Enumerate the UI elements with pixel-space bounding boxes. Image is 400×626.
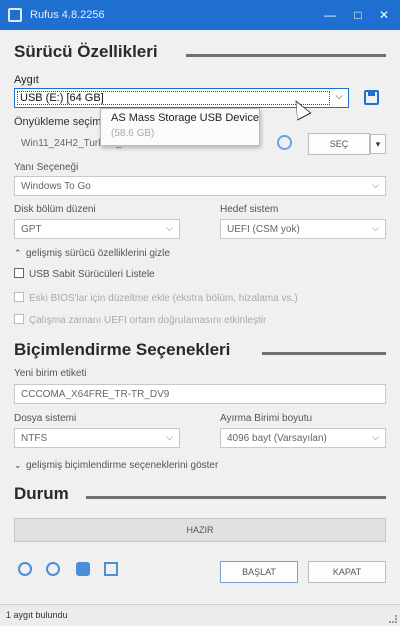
partition-scheme-value: GPT — [21, 224, 42, 235]
tooltip-device-name: AS Mass Storage USB Device — [111, 112, 259, 124]
resize-grip-icon[interactable] — [389, 615, 397, 623]
cluster-size-value: 4096 bayt (Varsayılan) — [227, 433, 327, 444]
chevron-down-icon: ⌵ — [372, 180, 379, 190]
boot-selection-label: Önyükleme seçimi — [14, 116, 102, 128]
device-label: Aygıt — [14, 74, 39, 86]
old-bios-fixes-checkbox[interactable]: Eski BIOS'lar için düzeltme ekle (ekstra… — [14, 292, 298, 304]
log-icon[interactable] — [104, 562, 118, 576]
target-system-dropdown[interactable]: UEFI (CSM yok) ⌵ — [220, 219, 386, 239]
drive-properties-heading: Sürücü Özellikleri — [14, 42, 158, 61]
window-title: Rufus 4.8.2256 — [30, 9, 105, 21]
maximize-button[interactable]: □ — [344, 4, 372, 26]
status-bar: 1 aygıt bulundu — [0, 604, 400, 626]
partition-scheme-dropdown[interactable]: GPT ⌵ — [14, 219, 180, 239]
section-divider — [186, 54, 386, 57]
cluster-size-dropdown[interactable]: 4096 bayt (Varsayılan) ⌵ — [220, 428, 386, 448]
advanced-drive-toggle[interactable]: ⌃ gelişmiş sürücü özelliklerini gizle — [14, 248, 170, 259]
chevron-up-icon: ⌃ — [14, 248, 22, 258]
runtime-uefi-checkbox[interactable]: Çalışma zamanı UEFI ortam doğrulamasını … — [14, 314, 266, 326]
title-bar: Rufus 4.8.2256 — □ ✕ — [0, 0, 400, 30]
cluster-size-label: Ayırma Birimi boyutu — [220, 413, 313, 424]
advanced-format-toggle-label: gelişmiş biçimlendirme seçeneklerini gös… — [26, 460, 219, 471]
checkbox-box — [14, 268, 24, 278]
filesystem-dropdown[interactable]: NTFS ⌵ — [14, 428, 180, 448]
save-icon[interactable] — [364, 90, 379, 105]
image-option-dropdown[interactable]: Windows To Go ⌵ — [14, 176, 386, 196]
close-window-button[interactable]: ✕ — [370, 4, 398, 26]
minimize-button[interactable]: — — [316, 4, 344, 26]
old-bios-fixes-label: Eski BIOS'lar için düzeltme ekle (ekstra… — [29, 293, 298, 304]
target-system-label: Hedef sistem — [220, 204, 279, 215]
info-icon[interactable] — [46, 562, 60, 576]
partition-scheme-label: Disk bölüm düzeni — [14, 204, 96, 215]
filesystem-label: Dosya sistemi — [14, 413, 77, 424]
chevron-down-icon: ⌵ — [372, 223, 379, 233]
checkbox-box — [14, 314, 24, 324]
list-usb-hdd-checkbox[interactable]: USB Sabit Sürücüleri Listele — [14, 268, 155, 280]
start-button[interactable]: BAŞLAT — [220, 561, 298, 583]
list-usb-hdd-label: USB Sabit Sürücüleri Listele — [29, 269, 155, 280]
section-divider — [262, 352, 386, 355]
device-tooltip: AS Mass Storage USB Device (58.6 GB) — [100, 108, 260, 146]
close-button[interactable]: KAPAT — [308, 561, 386, 583]
chevron-down-icon: ⌵ — [335, 91, 343, 102]
progress-text: HAZIR — [186, 525, 214, 535]
check-circle-icon[interactable] — [277, 135, 292, 150]
tooltip-device-size: (58.6 GB) — [111, 128, 155, 139]
progress-bar: HAZIR — [14, 518, 386, 542]
settings-icon[interactable] — [76, 562, 90, 576]
device-value: USB (E:) [64 GB] — [17, 91, 330, 105]
volume-label-value: CCCOMA_X64FRE_TR-TR_DV9 — [21, 389, 170, 400]
advanced-drive-toggle-label: gelişmiş sürücü özelliklerini gizle — [26, 248, 170, 259]
image-option-label: Yanı Seçeneği — [14, 162, 79, 173]
status-heading: Durum — [14, 484, 69, 503]
section-divider — [86, 496, 386, 499]
chevron-down-icon: ⌵ — [166, 223, 173, 233]
image-option-value: Windows To Go — [21, 181, 91, 192]
advanced-format-toggle[interactable]: ⌄ gelişmiş biçimlendirme seçeneklerini gö… — [14, 460, 218, 471]
volume-label-label: Yeni birim etiketi — [14, 368, 87, 379]
format-options-heading: Biçimlendirme Seçenekleri — [14, 340, 231, 359]
chevron-down-icon: ⌄ — [14, 460, 22, 470]
chevron-down-icon: ⌵ — [372, 432, 379, 442]
chevron-down-icon: ⌵ — [166, 432, 173, 442]
select-button[interactable]: SEÇ — [308, 133, 370, 155]
target-system-value: UEFI (CSM yok) — [227, 224, 300, 235]
filesystem-value: NTFS — [21, 433, 48, 444]
usb-app-icon — [8, 8, 22, 22]
globe-icon[interactable] — [18, 562, 32, 576]
checkbox-box — [14, 292, 24, 302]
runtime-uefi-label: Çalışma zamanı UEFI ortam doğrulamasını … — [29, 315, 267, 326]
select-dropdown-arrow[interactable]: ▾ — [370, 134, 386, 154]
volume-label-input[interactable]: CCCOMA_X64FRE_TR-TR_DV9 — [14, 384, 386, 404]
status-bar-text: 1 aygıt bulundu — [6, 610, 68, 620]
